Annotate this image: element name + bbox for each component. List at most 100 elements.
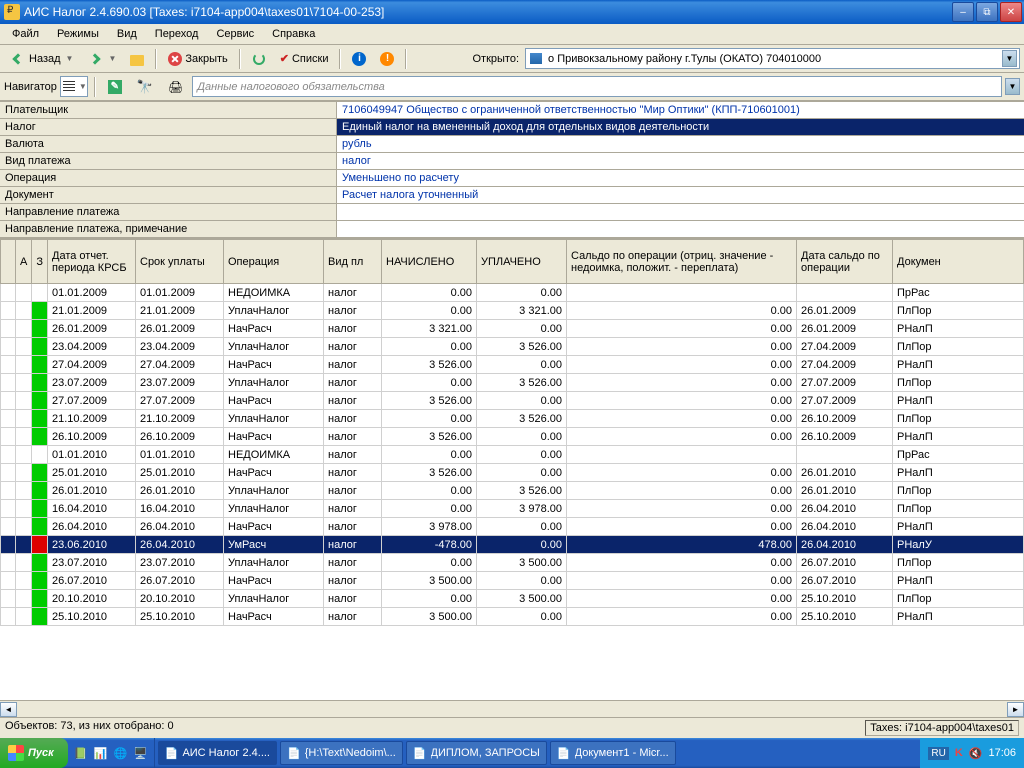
table-row[interactable]: 16.04.201016.04.2010УплачНалогналог0.003…: [1, 500, 1024, 518]
opened-combo[interactable]: о Привокзальному району г.Тулы (ОКАТО) 7…: [525, 48, 1020, 69]
printer-icon: 🖨: [168, 80, 183, 94]
form-label: Документ: [0, 187, 337, 203]
form-label: Валюта: [0, 136, 337, 152]
check-icon: ✔: [280, 52, 289, 65]
chevron-down-icon[interactable]: ▼: [108, 54, 116, 63]
forward-button[interactable]: ▼: [81, 48, 122, 70]
scroll-left-button[interactable]: ◄: [0, 702, 17, 717]
lists-button[interactable]: ✔ Списки: [274, 49, 335, 68]
column-header[interactable]: Сальдо по операции (отриц. значение - не…: [567, 240, 797, 284]
column-header[interactable]: Операция: [224, 240, 324, 284]
nav-print-button[interactable]: 🖨: [162, 77, 189, 97]
start-button[interactable]: Пуск: [0, 738, 68, 768]
warning-button[interactable]: !: [374, 49, 400, 69]
column-header[interactable]: НАЧИСЛЕНО: [382, 240, 477, 284]
app-icon: 📄: [557, 747, 571, 760]
menu-вид[interactable]: Вид: [109, 26, 145, 42]
chevron-down-icon[interactable]: ▼: [1002, 50, 1017, 67]
taskbar-item[interactable]: 📄{H:\Text\Nedoim\...: [280, 741, 403, 765]
table-row[interactable]: 20.10.201020.10.2010УплачНалогналог0.003…: [1, 590, 1024, 608]
table-row[interactable]: 01.01.201001.01.2010НЕДОИМКАналог0.000.0…: [1, 446, 1024, 464]
menu-сервис[interactable]: Сервис: [208, 26, 262, 42]
data-grid[interactable]: АЗДата отчет. периода КРСБСрок уплатыОпе…: [0, 238, 1024, 700]
taskbar-item[interactable]: 📄Документ1 - Micr...: [550, 741, 676, 765]
table-row[interactable]: 26.01.200926.01.2009НачРасчналог3 321.00…: [1, 320, 1024, 338]
column-header[interactable]: Дата отчет. периода КРСБ: [48, 240, 136, 284]
table-row[interactable]: 26.10.200926.10.2009НачРасчналог3 526.00…: [1, 428, 1024, 446]
form-label: Плательщик: [0, 102, 337, 118]
form-value[interactable]: Единый налог на вмененный доход для отде…: [337, 119, 1024, 135]
navigator-view-combo[interactable]: ▼: [60, 76, 88, 97]
table-row[interactable]: 26.04.201026.04.2010НачРасчналог3 978.00…: [1, 518, 1024, 536]
nav-search-button[interactable]: 🔭: [131, 76, 159, 98]
table-row[interactable]: 23.07.201023.07.2010УплачНалогналог0.003…: [1, 554, 1024, 572]
windows-logo-icon: [8, 745, 24, 761]
form-value[interactable]: налог: [337, 153, 1024, 169]
app-icon: 📄: [165, 747, 179, 760]
refresh-button[interactable]: [246, 49, 272, 69]
column-header[interactable]: Докумен: [893, 240, 1024, 284]
window-title: АИС Налог 2.4.690.03 [Taxes: i7104-app00…: [24, 5, 952, 19]
lang-indicator[interactable]: RU: [928, 747, 948, 760]
maximize-button[interactable]: ⧉: [976, 2, 998, 22]
column-header[interactable]: А: [16, 240, 32, 284]
ql-item[interactable]: 📗: [72, 744, 90, 762]
nav-doc-button[interactable]: ✎: [102, 77, 128, 97]
lists-label: Списки: [292, 53, 329, 65]
back-button[interactable]: Назад ▼: [4, 48, 79, 70]
column-header[interactable]: УПЛАЧЕНО: [477, 240, 567, 284]
app-icon: [4, 4, 20, 20]
form-value[interactable]: [337, 204, 1024, 220]
taskbar-item-label: ДИПЛОМ, ЗАПРОСЫ: [431, 747, 540, 759]
table-row[interactable]: 25.10.201025.10.2010НачРасчналог3 500.00…: [1, 608, 1024, 626]
form-row: ДокументРасчет налога уточненный: [0, 187, 1024, 204]
tray-icon[interactable]: 🔇: [969, 747, 983, 760]
menu-справка[interactable]: Справка: [264, 26, 323, 42]
table-row[interactable]: 26.01.201026.01.2010УплачНалогналог0.003…: [1, 482, 1024, 500]
close-doc-button[interactable]: Закрыть: [162, 49, 233, 69]
column-header[interactable]: З: [32, 240, 48, 284]
back-label: Назад: [29, 53, 61, 65]
ql-item[interactable]: 🖥️: [132, 744, 150, 762]
table-row[interactable]: 21.01.200921.01.2009УплачНалогналог0.003…: [1, 302, 1024, 320]
tray-icon[interactable]: K: [955, 747, 963, 759]
form-value[interactable]: Расчет налога уточненный: [337, 187, 1024, 203]
menu-файл[interactable]: Файл: [4, 26, 47, 42]
form-value[interactable]: рубль: [337, 136, 1024, 152]
column-header[interactable]: Дата сальдо по операции: [797, 240, 893, 284]
menu-режимы[interactable]: Режимы: [49, 26, 107, 42]
chevron-down-icon[interactable]: ▼: [66, 54, 74, 63]
breadcrumb-field[interactable]: Данные налогового обязательства: [192, 76, 1002, 97]
clock[interactable]: 17:06: [988, 747, 1016, 759]
app-icon: 📄: [287, 747, 301, 760]
table-row[interactable]: 27.07.200927.07.2009НачРасчналог3 526.00…: [1, 392, 1024, 410]
form-value[interactable]: 7106049947 Общество с ограниченной ответ…: [337, 102, 1024, 118]
table-row[interactable]: 25.01.201025.01.2010НачРасчналог3 526.00…: [1, 464, 1024, 482]
ql-item[interactable]: 🌐: [112, 744, 130, 762]
arrow-right-icon: [90, 53, 101, 64]
table-row[interactable]: 23.04.200923.04.2009УплачНалогналог0.003…: [1, 338, 1024, 356]
menu-переход[interactable]: Переход: [147, 26, 207, 42]
column-header[interactable]: [1, 240, 16, 284]
minimize-button[interactable]: –: [952, 2, 974, 22]
table-row[interactable]: 23.07.200923.07.2009УплачНалогналог0.003…: [1, 374, 1024, 392]
ql-item[interactable]: 📊: [92, 744, 110, 762]
table-row[interactable]: 26.07.201026.07.2010НачРасчналог3 500.00…: [1, 572, 1024, 590]
column-header[interactable]: Вид пл: [324, 240, 382, 284]
taskbar-item[interactable]: 📄АИС Налог 2.4....: [158, 741, 277, 765]
taskbar-item[interactable]: 📄ДИПЛОМ, ЗАПРОСЫ: [406, 741, 547, 765]
close-window-button[interactable]: ✕: [1000, 2, 1022, 22]
info-button[interactable]: i: [346, 49, 372, 69]
column-header[interactable]: Срок уплаты: [136, 240, 224, 284]
horizontal-scrollbar[interactable]: ◄ ►: [0, 700, 1024, 717]
form-value[interactable]: Уменьшено по расчету: [337, 170, 1024, 186]
form-value[interactable]: [337, 221, 1024, 237]
table-row[interactable]: 23.06.201026.04.2010УмРасчналог-478.000.…: [1, 536, 1024, 554]
table-row[interactable]: 27.04.200927.04.2009НачРасчналог3 526.00…: [1, 356, 1024, 374]
table-row[interactable]: 21.10.200921.10.2009УплачНалогналог0.003…: [1, 410, 1024, 428]
scroll-right-button[interactable]: ►: [1007, 702, 1024, 717]
up-folder-button[interactable]: [124, 49, 150, 69]
table-row[interactable]: 01.01.200901.01.2009НЕДОИМКАналог0.000.0…: [1, 284, 1024, 302]
main-toolbar: Назад ▼ ▼ Закрыть ✔ Списки i ! Открыто: …: [0, 45, 1024, 73]
chevron-down-icon[interactable]: ▼: [1005, 78, 1020, 95]
